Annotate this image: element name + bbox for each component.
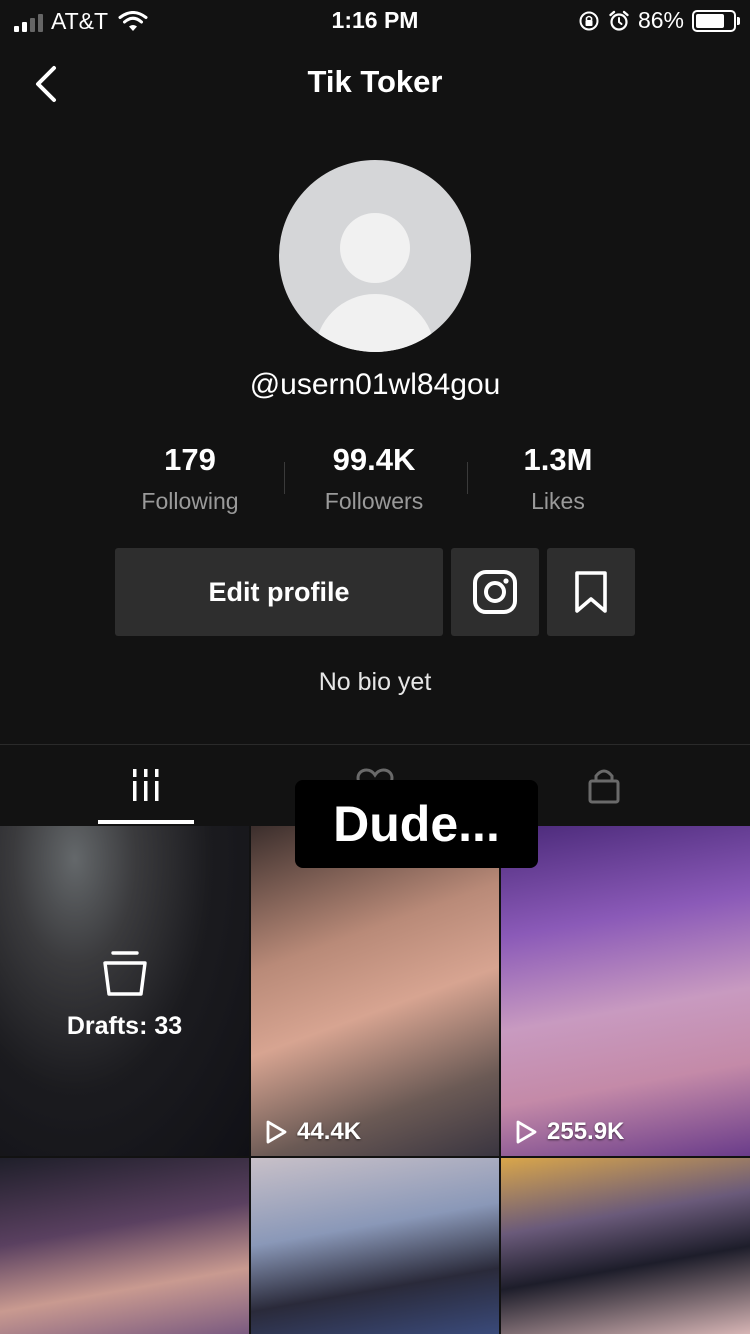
stat-likes[interactable]: 1.3M Likes [468, 442, 648, 515]
profile-screen: AT&T 1:16 PM 86% Tik Toker @usern01wl84g… [0, 0, 750, 1334]
profile-stats: 179 Following 99.4K Followers 1.3M Likes [0, 442, 750, 522]
video-tile[interactable] [0, 1158, 249, 1334]
play-icon [266, 1120, 287, 1144]
avatar-head-shape [340, 213, 410, 283]
lock-icon [588, 769, 620, 804]
active-tab-indicator [98, 820, 194, 824]
alarm-icon [609, 10, 629, 31]
bookmark-icon [575, 571, 607, 613]
drafts-label: Drafts: 33 [66, 1012, 183, 1040]
avatar-body-shape [315, 294, 435, 352]
username: @usern01wl84gou [249, 368, 501, 401]
drafts-tile[interactable]: Drafts: 33 [0, 826, 249, 1156]
video-tile[interactable]: 255.9K [501, 826, 750, 1156]
stat-followers[interactable]: 99.4K Followers [284, 442, 464, 515]
video-grid: Drafts: 33 44.4K 255.9K [0, 826, 750, 1334]
status-bar: AT&T 1:16 PM 86% [0, 0, 750, 40]
video-tile[interactable] [251, 1158, 499, 1334]
page-title: Tik Toker [307, 64, 443, 99]
drafts-info: Drafts: 33 [0, 951, 249, 1041]
bio-text: No bio yet [318, 668, 432, 696]
battery-icon [692, 9, 740, 32]
view-count-text: 44.4K [297, 1118, 362, 1145]
stat-value: 1.3M [523, 442, 593, 477]
battery-percent: 86% [637, 7, 684, 33]
tab-videos[interactable] [21, 745, 271, 825]
stat-following[interactable]: 179 Following [100, 442, 280, 515]
stat-label: Likes [531, 488, 585, 514]
edit-profile-button[interactable]: Edit profile [115, 548, 443, 636]
video-tile[interactable] [501, 1158, 750, 1334]
stat-value: 99.4K [332, 442, 416, 477]
view-count-text: 255.9K [547, 1118, 625, 1145]
drafts-box-icon [102, 951, 147, 996]
video-tile[interactable]: 44.4K [251, 826, 499, 1156]
instagram-button[interactable] [451, 548, 539, 636]
stat-label: Following [141, 488, 239, 514]
bookmarks-button[interactable] [547, 548, 635, 636]
overlay-caption: Dude... [295, 780, 538, 868]
grid-icon [133, 769, 159, 801]
instagram-icon [473, 570, 517, 614]
stat-label: Followers [324, 488, 424, 514]
orientation-lock-icon [579, 11, 599, 30]
view-count: 255.9K [513, 1118, 624, 1146]
stat-value: 179 [164, 442, 216, 477]
avatar[interactable] [279, 160, 471, 352]
play-icon [516, 1120, 537, 1144]
view-count: 44.4K [263, 1118, 361, 1146]
status-right: 86% [578, 7, 740, 34]
